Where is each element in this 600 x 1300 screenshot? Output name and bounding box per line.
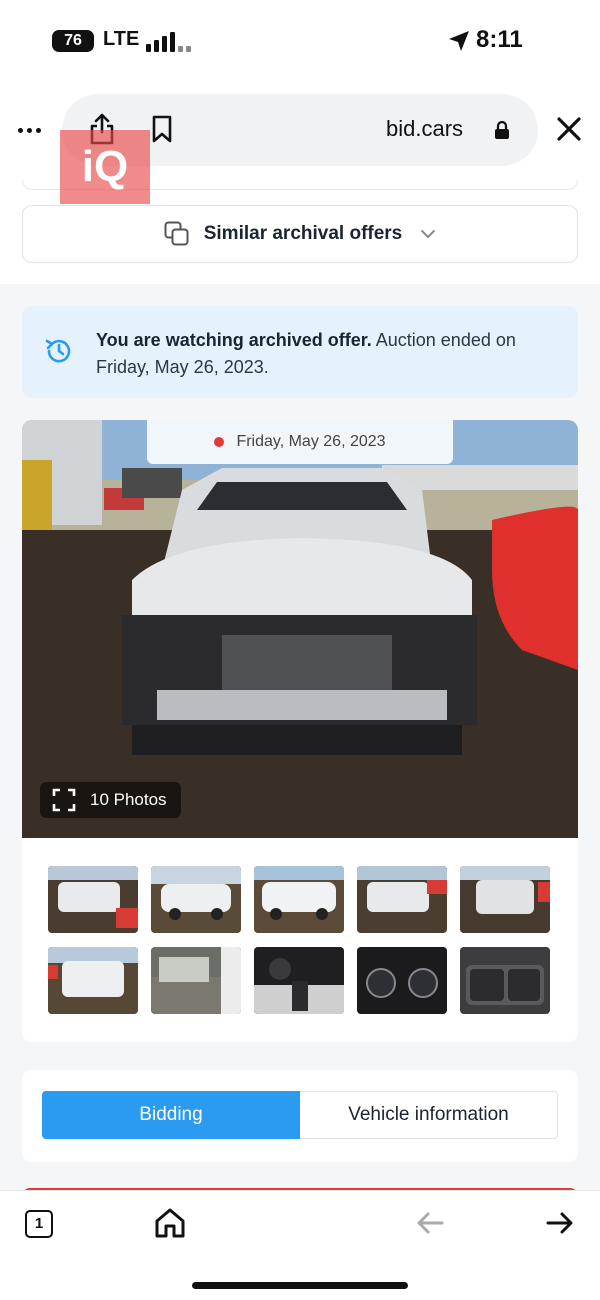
url-domain: bid.cars — [386, 116, 464, 141]
chevron-down-icon — [421, 230, 436, 239]
copy-icon — [164, 221, 189, 246]
more-options-button[interactable] — [18, 120, 46, 140]
thumbnail[interactable] — [254, 947, 344, 1014]
thumbnail[interactable] — [151, 947, 241, 1014]
view-photos-button[interactable]: 10 Photos — [40, 782, 181, 818]
thumbnail[interactable] — [254, 866, 344, 933]
similar-offers-label: Similar archival offers — [203, 223, 403, 244]
thumbnail[interactable] — [357, 866, 447, 933]
home-indicator[interactable] — [192, 1282, 408, 1289]
archive-notice-bold: You are watching archived offer. — [96, 330, 372, 350]
status-time: 8:11 — [476, 26, 523, 53]
similar-offers-button[interactable]: Similar archival offers — [22, 205, 578, 263]
auction-date-chip: Friday, May 26, 2023 — [147, 420, 453, 464]
status-bar: 76 LTE 8:11 — [0, 0, 600, 80]
location-arrow-icon — [449, 31, 469, 51]
lock-icon — [495, 120, 509, 139]
signal-strength-icon — [146, 30, 191, 52]
forward-arrow-icon[interactable] — [546, 1211, 574, 1235]
thumbnail[interactable] — [357, 947, 447, 1014]
tab-bidding[interactable]: Bidding — [42, 1091, 300, 1139]
bookmark-icon[interactable] — [150, 114, 174, 144]
thumbnail[interactable] — [151, 866, 241, 933]
close-icon[interactable] — [556, 116, 582, 142]
detail-tabs: Bidding Vehicle information — [22, 1070, 578, 1162]
fullscreen-icon — [52, 788, 76, 812]
thumbnail-grid — [48, 866, 552, 1014]
main-vehicle-photo[interactable] — [22, 420, 578, 838]
thumbnail[interactable] — [48, 947, 138, 1014]
watermark-logo: iQ — [60, 130, 150, 204]
page-content: Similar archival offers You are watching… — [0, 180, 600, 1190]
thumbnail[interactable] — [48, 866, 138, 933]
home-icon[interactable] — [154, 1207, 186, 1239]
tabs-button[interactable]: 1 — [25, 1210, 53, 1238]
thumbnail[interactable] — [460, 866, 550, 933]
status-dot — [214, 437, 225, 447]
browser-bottom-bar: 1 — [0, 1190, 600, 1300]
network-type: LTE — [103, 28, 140, 50]
history-icon — [45, 339, 71, 363]
photo-gallery: Friday, May 26, 2023 10 Photos — [22, 420, 578, 1042]
tab-vehicle-information[interactable]: Vehicle information — [300, 1091, 558, 1139]
auction-date: Friday, May 26, 2023 — [236, 433, 386, 450]
back-arrow-icon[interactable] — [416, 1211, 444, 1235]
archived-offer-banner: You are watching archived offer. Auction… — [22, 306, 578, 398]
photos-count: 10 Photos — [90, 790, 167, 809]
battery-indicator: 76 — [52, 30, 94, 52]
thumbnail[interactable] — [460, 947, 550, 1014]
archive-notice-text: You are watching archived offer. Auction… — [96, 327, 516, 381]
